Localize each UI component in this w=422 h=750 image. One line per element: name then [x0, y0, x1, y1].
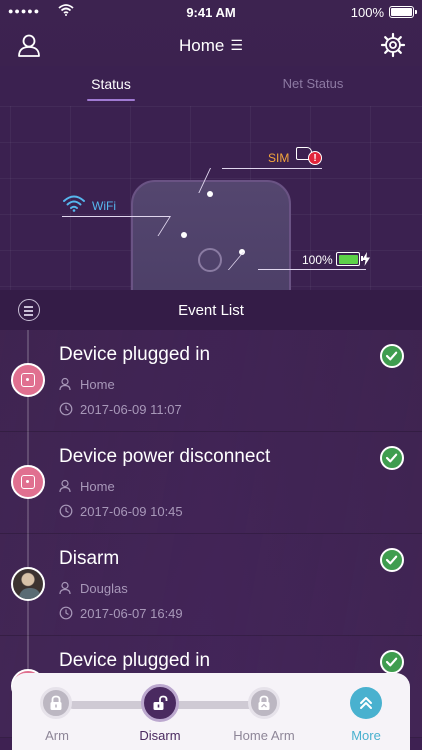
event-title: Disarm: [59, 548, 120, 569]
sim-label: SIM: [268, 151, 290, 165]
disarm-label: Disarm: [139, 728, 181, 743]
arm-button[interactable]: [40, 687, 72, 719]
event-time: 2017-06-07 16:49: [59, 606, 183, 621]
plug-icon: [11, 465, 45, 499]
tab-net-status[interactable]: Net Status: [268, 76, 358, 91]
list-item[interactable]: Device plugged in Home 2017-06-09 11:07: [0, 330, 422, 432]
plug-icon: [11, 363, 45, 397]
avatar: [11, 567, 45, 601]
event-time: 2017-06-09 11:07: [59, 402, 182, 417]
sim-leader-line-h: [222, 168, 322, 169]
event-title: Device plugged in: [59, 650, 211, 671]
wifi-anchor-dot: [181, 232, 187, 238]
event-user: Home: [59, 377, 115, 392]
check-icon: [380, 548, 404, 572]
app-screen: ●●●●● 9:41 AM 100% Home ☰ Status Net Sta…: [0, 0, 422, 750]
event-time: 2017-06-09 10:45: [59, 504, 183, 519]
list-item[interactable]: Device power disconnect Home 2017-06-09 …: [0, 432, 422, 534]
user-icon: [59, 581, 71, 595]
user-icon: [59, 377, 71, 391]
disarm-button[interactable]: [141, 684, 179, 722]
wifi-leader-line-h: [62, 216, 170, 217]
battery-icon: [336, 252, 363, 266]
home-selector[interactable]: Home ☰: [0, 36, 422, 56]
more-label: More: [351, 728, 381, 743]
wifi-label: WiFi: [92, 199, 116, 213]
check-icon: [380, 446, 404, 470]
event-title: Device plugged in: [59, 344, 211, 365]
chevron-up-double-icon: [360, 697, 372, 709]
status-tabs: Status Net Status: [0, 66, 422, 106]
tab-status[interactable]: Status: [80, 76, 142, 92]
event-list-header: Event List: [0, 290, 422, 330]
mode-control-bar: Arm Disarm Home Arm More: [12, 673, 410, 750]
event-user: Home: [59, 479, 115, 494]
home-arm-button[interactable]: [248, 687, 280, 719]
check-icon: [380, 344, 404, 368]
lock-icon: [50, 695, 62, 710]
menu-lines-icon: ☰: [230, 37, 243, 53]
event-list-title: Event List: [178, 302, 244, 319]
hub-button-ring: [198, 248, 222, 272]
clock-icon: [59, 606, 73, 620]
device-status-graphic: SIM ! WiFi 100%: [0, 106, 422, 290]
charging-bolt-icon: [362, 252, 370, 266]
nav-bar: Home ☰: [0, 24, 422, 66]
tab-active-indicator: [87, 99, 135, 101]
battery-label: 100%: [302, 253, 333, 267]
clock-icon: [59, 402, 73, 416]
more-button[interactable]: [350, 687, 382, 719]
wifi-icon: [63, 195, 85, 212]
check-icon: [380, 650, 404, 674]
gear-icon[interactable]: [380, 32, 406, 58]
status-bar: ●●●●● 9:41 AM 100%: [0, 0, 422, 24]
clock-icon: [59, 504, 73, 518]
sim-anchor-dot: [207, 191, 213, 197]
user-icon: [59, 479, 71, 493]
unlock-icon: [153, 695, 168, 710]
event-user: Douglas: [59, 581, 128, 596]
status-battery-icon: [389, 6, 417, 18]
list-item[interactable]: Disarm Douglas 2017-06-07 16:49: [0, 534, 422, 636]
home-arm-label: Home Arm: [233, 728, 295, 743]
page-title: Home: [179, 36, 225, 55]
event-title: Device power disconnect: [59, 446, 271, 467]
home-lock-icon: [258, 695, 270, 710]
status-battery-percent: 100%: [350, 5, 384, 20]
battery-leader-line-h: [258, 269, 366, 270]
arm-label: Arm: [45, 728, 69, 743]
sim-alert-icon: !: [308, 151, 322, 165]
